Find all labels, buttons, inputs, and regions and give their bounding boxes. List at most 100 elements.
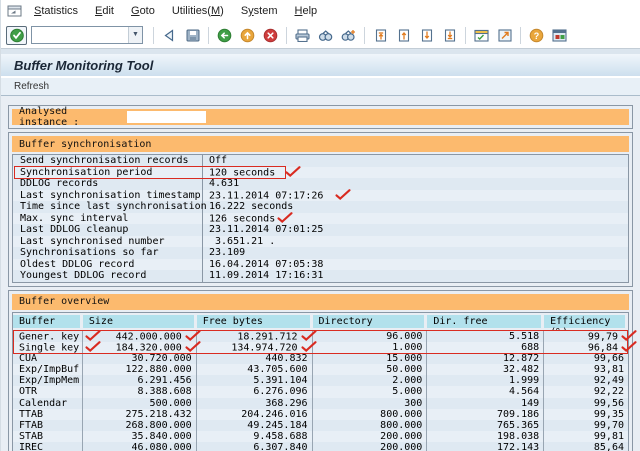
- value-cell: 1.000: [313, 342, 428, 353]
- value-cell: 122.880.000: [83, 364, 197, 375]
- dropdown-arrow-icon[interactable]: ▼: [128, 27, 142, 43]
- page-up-icon[interactable]: [393, 26, 414, 45]
- exit-icon[interactable]: [237, 26, 258, 45]
- analysed-instance-band: Analysed instance :: [12, 109, 629, 125]
- value-cell: 500.000: [83, 398, 197, 409]
- table-row: Gener. key442.000.00018.291.71296.0005.5…: [13, 331, 628, 342]
- table-row: TTAB275.218.432204.246.016800.000709.186…: [13, 409, 628, 420]
- sync-row-label: Synchronisation period: [13, 167, 203, 179]
- buffer-name-cell: TTAB: [13, 409, 83, 420]
- annotation-check-icon: [185, 330, 201, 341]
- value-cell: 50.000: [313, 364, 428, 375]
- table-row: CUA30.720.000440.83215.00012.87299,66: [13, 353, 628, 364]
- value-cell: 765.365: [427, 420, 544, 431]
- sync-row: Send synchronisation recordsOff: [13, 155, 628, 167]
- annotation-check-icon: [85, 341, 101, 352]
- sync-row: Time since last synchronisation16.222 se…: [13, 201, 628, 213]
- menu-system[interactable]: System: [241, 5, 278, 17]
- menu-utilitiesm[interactable]: Utilities(M): [172, 5, 224, 17]
- menu-goto[interactable]: Goto: [131, 5, 155, 17]
- save-icon[interactable]: [182, 26, 203, 45]
- cancel-icon[interactable]: [260, 26, 281, 45]
- column-header: Dir. free: [427, 315, 541, 328]
- value-cell: 709.186: [427, 409, 544, 420]
- sync-row-value: 23.11.2014 07:17:26: [203, 190, 628, 202]
- sync-row-value: 3.651.21 .: [203, 236, 628, 248]
- value-cell: 99,81: [544, 431, 628, 442]
- sync-row-label: Oldest DDLOG record: [13, 259, 203, 271]
- print-icon[interactable]: [292, 26, 313, 45]
- value-cell: 32.482: [427, 364, 544, 375]
- first-page-icon[interactable]: [370, 26, 391, 45]
- sync-row-label: Send synchronisation records: [13, 155, 203, 167]
- toolbar-separator: [520, 27, 521, 44]
- sync-table: Send synchronisation recordsOffSynchroni…: [12, 154, 629, 283]
- instance-value-field[interactable]: [127, 111, 206, 123]
- value-cell: 268.800.000: [83, 420, 197, 431]
- toolbar-separator: [153, 27, 154, 44]
- buffer-name-cell: FTAB: [13, 420, 83, 431]
- refresh-button[interactable]: Refresh: [14, 81, 49, 92]
- create-shortcut-icon[interactable]: [494, 26, 515, 45]
- page-down-icon[interactable]: [416, 26, 437, 45]
- sync-row: Last synchronisation timestamp23.11.2014…: [13, 190, 628, 202]
- sync-row-value: 23.109: [203, 247, 628, 259]
- value-cell: 5.391.104: [197, 375, 313, 386]
- command-input[interactable]: [32, 28, 128, 42]
- sync-row-value: 11.09.2014 17:16:31: [203, 270, 628, 282]
- svg-text:?: ?: [534, 31, 540, 41]
- sync-row: DDLOG records4.631: [13, 178, 628, 190]
- buffer-name-cell: IREC: [13, 442, 83, 451]
- annotation-check-icon: [621, 341, 637, 352]
- value-cell: 8.388.608: [83, 386, 197, 397]
- sync-row: Oldest DDLOG record16.04.2014 07:05:38: [13, 259, 628, 271]
- table-row: Single key184.320.000134.974.7201.000688…: [13, 342, 628, 353]
- sync-row-value: 23.11.2014 07:01:25: [203, 224, 628, 236]
- buffer-name-cell: OTR: [13, 386, 83, 397]
- last-page-icon[interactable]: [439, 26, 460, 45]
- new-session-icon[interactable]: [471, 26, 492, 45]
- enter-button[interactable]: [6, 26, 27, 45]
- sync-row-label: DDLOG records: [13, 178, 203, 190]
- menu-help[interactable]: Help: [295, 5, 318, 17]
- table-row: Exp/ImpMem6.291.4565.391.1042.0001.99992…: [13, 375, 628, 386]
- triangle-left-icon[interactable]: [159, 26, 180, 45]
- standard-toolbar: ▼ ?: [1, 22, 640, 49]
- value-cell: 149: [427, 398, 544, 409]
- value-cell: 18.291.712: [197, 331, 313, 342]
- value-cell: 2.000: [313, 375, 428, 386]
- menu-edit[interactable]: Edit: [95, 5, 114, 17]
- find-next-icon[interactable]: [338, 26, 359, 45]
- value-cell: 93,81: [544, 364, 628, 375]
- sync-row: Synchronisations so far23.109: [13, 247, 628, 259]
- value-cell: 46.080.000: [83, 442, 197, 451]
- system-menu-icon[interactable]: [7, 5, 22, 17]
- help-icon[interactable]: ?: [526, 26, 547, 45]
- section-title-overview: Buffer overview: [19, 296, 109, 307]
- table-row: IREC46.080.0006.307.840200.000172.14385,…: [13, 442, 628, 451]
- value-cell: 35.840.000: [83, 431, 197, 442]
- value-cell: 688: [427, 342, 544, 353]
- buffer-overview-section: Buffer overview BufferSizeFree bytesDire…: [8, 290, 633, 451]
- back-icon[interactable]: [214, 26, 235, 45]
- sync-row-label: Youngest DDLOG record: [13, 270, 203, 282]
- section-title-sync: Buffer synchronisation: [19, 139, 151, 150]
- overview-table: Gener. key442.000.00018.291.71296.0005.5…: [12, 330, 629, 451]
- buffer-sync-header: Buffer synchronisation: [12, 136, 629, 152]
- value-cell: 200.000: [313, 431, 428, 442]
- table-row: Calendar500.000368.29630014999,56: [13, 398, 628, 409]
- page-title: Buffer Monitoring Tool: [14, 58, 153, 73]
- value-cell: 172.143: [427, 442, 544, 451]
- find-icon[interactable]: [315, 26, 336, 45]
- value-cell: 368.296: [197, 398, 313, 409]
- menu-statistics[interactable]: Statistics: [34, 5, 78, 17]
- buffer-name-cell: Exp/ImpBuf: [13, 364, 83, 375]
- analysed-instance-section: Analysed instance :: [8, 105, 633, 129]
- overview-column-headers: BufferSizeFree bytesDirectoryDir. freeEf…: [12, 312, 629, 330]
- value-cell: 5.000: [313, 386, 428, 397]
- value-cell: 43.705.600: [197, 364, 313, 375]
- value-cell: 6.276.096: [197, 386, 313, 397]
- sync-row-label: Last synchronised number: [13, 236, 203, 248]
- customize-layout-icon[interactable]: [549, 26, 570, 45]
- value-cell: 800.000: [313, 409, 428, 420]
